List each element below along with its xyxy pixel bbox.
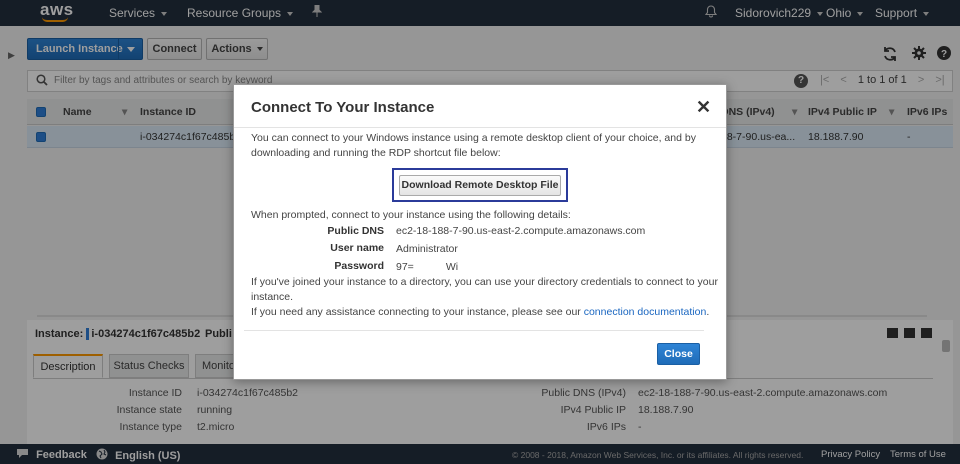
help-text-end: . <box>706 306 710 318</box>
dialog-divider <box>234 127 726 128</box>
dialog-title: Connect To Your Instance <box>251 99 435 116</box>
help-text-body: If you need any assistance connecting to… <box>251 306 584 318</box>
help-text: If you need any assistance connecting to… <box>251 306 709 318</box>
directory-text-line-2: instance. <box>251 291 294 303</box>
intro-text-line-1: You can connect to your Windows instance… <box>251 132 696 144</box>
password-value: 97= Wi <box>396 261 459 273</box>
close-icon[interactable]: ✕ <box>696 98 711 116</box>
close-button[interactable]: Close <box>657 343 700 365</box>
connect-dialog: Connect To Your Instance ✕ You can conne… <box>233 84 727 380</box>
connection-documentation-link[interactable]: connection documentation <box>584 306 707 318</box>
directory-text-line-1: If you've joined your instance to a dire… <box>251 276 718 288</box>
download-rdp-button[interactable]: Download Remote Desktop File <box>399 175 561 196</box>
password-label: Password <box>334 260 384 272</box>
public-dns-value: ec2-18-188-7-90.us-east-2.compute.amazon… <box>396 225 646 237</box>
intro-text-line-2: downloading and running the RDP shortcut… <box>251 147 501 159</box>
download-highlight-frame: Download Remote Desktop File <box>392 168 568 202</box>
user-name-label: User name <box>330 242 384 254</box>
user-name-value: Administrator <box>396 243 458 255</box>
prompted-text: When prompted, connect to your instance … <box>251 209 571 221</box>
dialog-footer-divider <box>244 330 704 331</box>
public-dns-label: Public DNS <box>327 225 384 237</box>
